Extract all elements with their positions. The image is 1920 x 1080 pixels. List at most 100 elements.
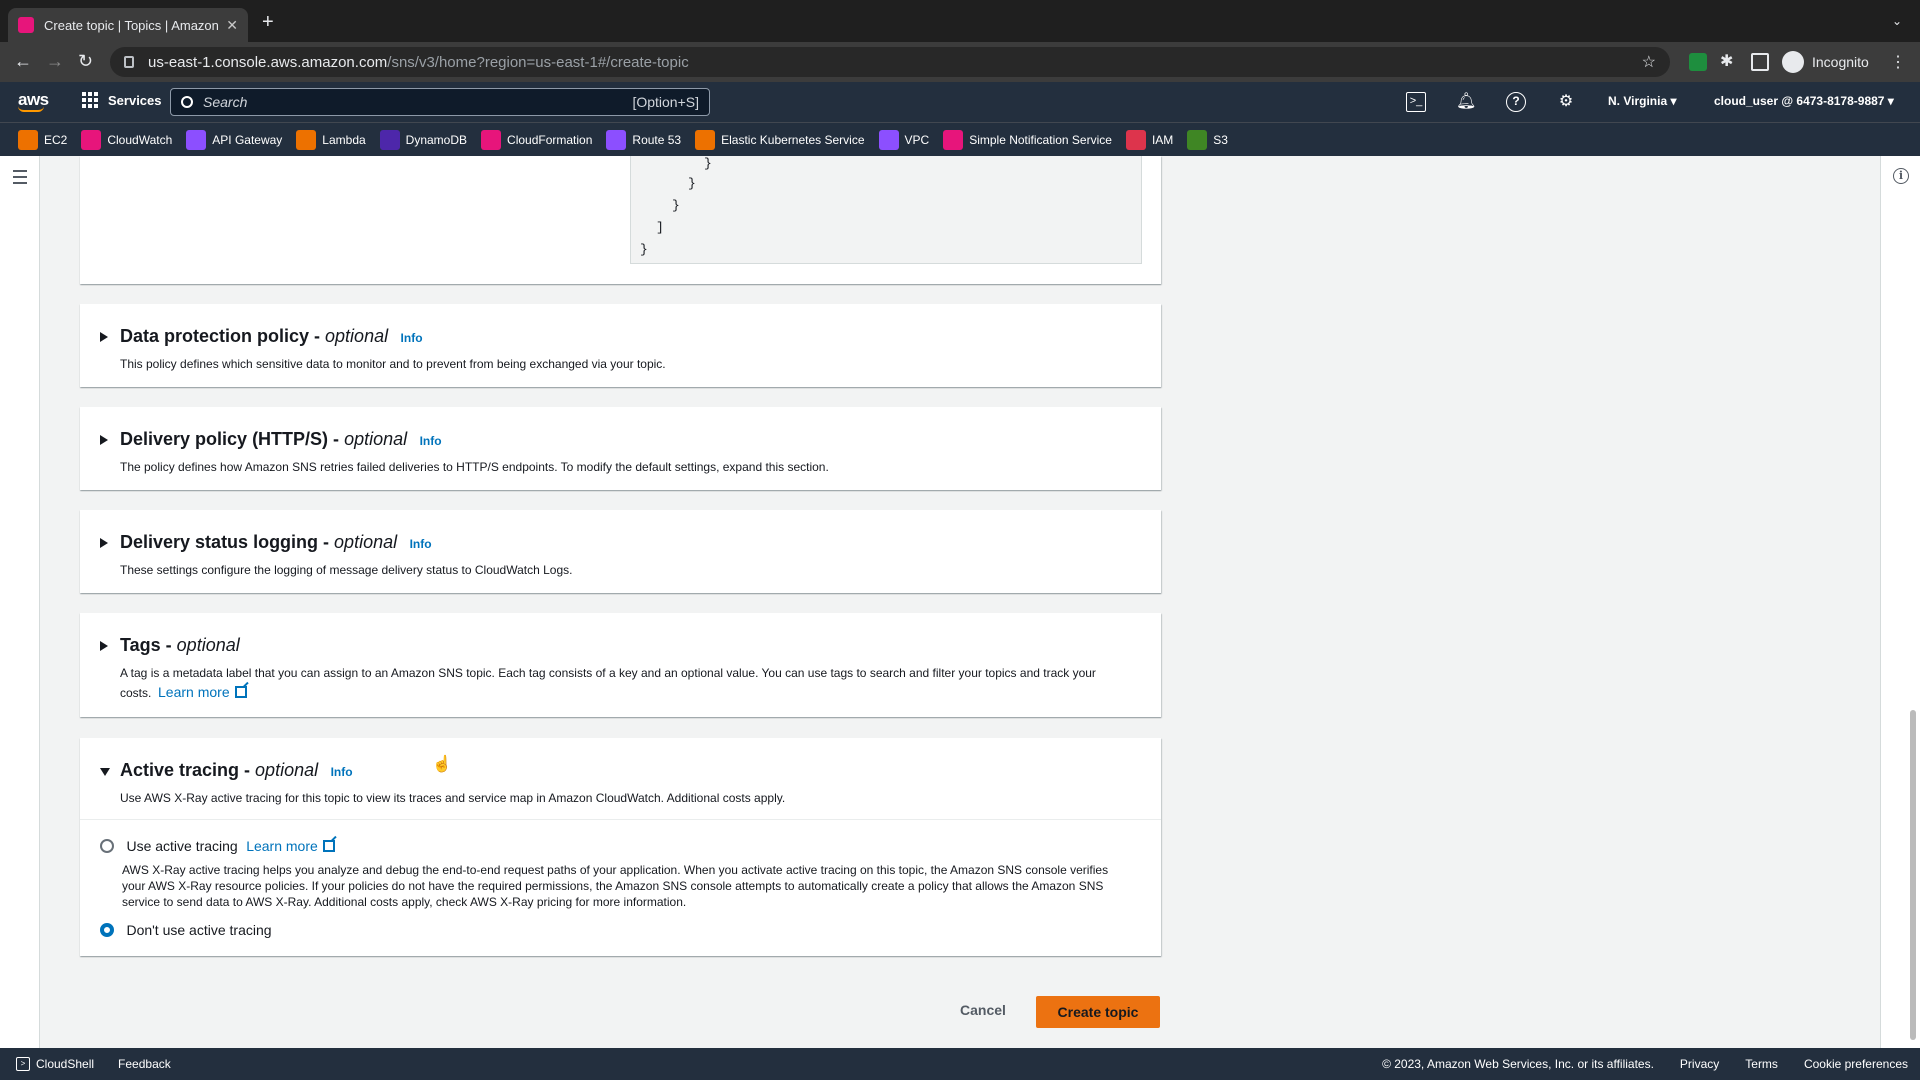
tags-header[interactable]: Tags - optional A tag is a metadata labe… [80,613,1161,703]
sns-favicon-icon [18,17,34,33]
tags-learn-more-link[interactable]: Learn more [158,684,247,700]
cookie-preferences-link[interactable]: Cookie preferences [1804,1057,1908,1071]
region-selector[interactable]: N. Virginia ▾ [1608,94,1676,108]
tab-title: Create topic | Topics | Amazon [44,17,219,33]
incognito-label: Incognito [1812,54,1869,70]
info-link[interactable]: Info [331,765,353,779]
cloudshell-icon[interactable]: >_ [1406,92,1426,112]
services-label: Services [108,92,162,108]
tab-search-chevron-icon[interactable]: ⌄ [1892,14,1902,28]
terms-link[interactable]: Terms [1745,1057,1778,1071]
sns-icon [943,129,964,150]
footer-links: © 2023, Amazon Web Services, Inc. or its… [1382,1057,1908,1071]
section-description: This policy defines which sensitive data… [120,357,666,371]
iam-icon [1125,129,1146,150]
forward-arrow-icon[interactable]: → [46,50,64,72]
info-link[interactable]: Info [401,331,423,345]
radio-description: AWS X-Ray active tracing helps you analy… [122,863,1109,909]
feedback-link[interactable]: Feedback [118,1057,171,1071]
favorite-label: DynamoDB [405,132,468,147]
info-panel-icon[interactable]: i [1893,168,1909,184]
code-line: } [672,198,680,213]
services-menu-button[interactable]: Services [82,92,162,108]
page-scrollbar[interactable] [1910,710,1916,1040]
favorite-route-53[interactable]: Route 53 [606,129,681,150]
external-link-icon [322,840,335,852]
external-link-icon [234,686,247,698]
search-placeholder: Search [203,94,248,110]
favorite-label: S3 [1213,132,1228,147]
section-description: Use AWS X-Ray active tracing for this to… [120,791,786,805]
vpc-icon [878,129,899,150]
lambda-icon [296,129,317,150]
aws-top-nav: aws Services Search [Option+S] >_ 🔔︎ ? ⚙… [0,82,1920,122]
radio-label: Don't use active tracing [126,922,272,938]
side-navigation-rail [0,156,40,1048]
favorite-label: VPC [904,132,930,147]
back-arrow-icon[interactable]: ← [14,50,32,72]
incognito-profile[interactable]: Incognito [1782,51,1869,73]
url-text: us-east-1.console.aws.amazon.com/sns/v3/… [148,53,689,71]
s3-icon [1187,129,1208,150]
section-description: These settings configure the logging of … [120,563,573,577]
data-protection-section: Data protection policy - optional Info T… [80,304,1161,387]
favorite-eks[interactable]: Elastic Kubernetes Service [695,129,865,150]
use-active-tracing-radio[interactable] [100,839,114,853]
favorite-label: Simple Notification Service [969,132,1112,147]
favorite-lambda[interactable]: Lambda [296,129,366,150]
use-active-tracing-option[interactable]: Use active tracing Learn more AWS X-Ray … [100,838,1141,910]
grid-icon [82,92,98,108]
close-tab-icon[interactable]: ✕ [226,17,238,34]
privacy-link[interactable]: Privacy [1680,1057,1719,1071]
hamburger-menu-icon[interactable] [13,170,27,188]
lock-icon [124,56,134,68]
active-tracing-options: Use active tracing Learn more AWS X-Ray … [80,820,1161,940]
favorite-label: IAM [1151,132,1174,147]
delivery-policy-header[interactable]: Delivery policy (HTTP/S) - optional Info… [80,407,1161,477]
favorite-label: API Gateway [212,132,283,147]
reload-icon[interactable]: ↻ [78,50,93,72]
create-topic-button[interactable]: Create topic [1036,996,1160,1028]
tags-section: Tags - optional A tag is a metadata labe… [80,613,1161,717]
info-link[interactable]: Info [420,434,442,448]
aws-logo[interactable]: aws [18,90,49,112]
code-line: } [704,156,712,171]
puzzle-extensions-icon[interactable]: ✱ [1720,53,1738,71]
favorite-sns[interactable]: Simple Notification Service [943,129,1112,150]
search-input[interactable]: Search [Option+S] [170,88,710,116]
side-panel-icon[interactable] [1751,53,1769,71]
route-53-icon [606,129,627,150]
delivery-policy-section: Delivery policy (HTTP/S) - optional Info… [80,407,1161,490]
cloudshell-button[interactable]: > CloudShell [16,1057,94,1071]
bookmark-star-icon[interactable]: ☆ [1642,52,1656,72]
browser-tab[interactable]: Create topic | Topics | Amazon ✕ [8,8,248,42]
favorite-vpc[interactable]: VPC [878,129,930,150]
notifications-bell-icon[interactable]: 🔔︎ [1456,92,1476,112]
data-protection-header[interactable]: Data protection policy - optional Info T… [80,304,1161,374]
favorite-s3[interactable]: S3 [1187,129,1228,150]
favorite-dynamodb[interactable]: DynamoDB [379,129,468,150]
info-link[interactable]: Info [410,537,432,551]
favorite-cloudformation[interactable]: CloudFormation [481,129,592,150]
favorite-api-gateway[interactable]: API Gateway [186,129,283,150]
delivery-logging-header[interactable]: Delivery status logging - optional Info … [80,510,1161,580]
favorite-iam[interactable]: IAM [1125,129,1174,150]
help-icon[interactable]: ? [1506,92,1526,112]
active-tracing-header[interactable]: Active tracing - optional Info Use AWS X… [80,738,1161,820]
account-menu[interactable]: cloud_user @ 6473-8178-9887 ▾ [1714,94,1894,108]
favorite-ec2[interactable]: EC2 [18,129,67,150]
terminal-icon: > [16,1057,30,1071]
browser-menu-icon[interactable]: ⋮ [1890,52,1906,72]
cancel-button[interactable]: Cancel [960,1002,1006,1018]
favorite-cloudwatch[interactable]: CloudWatch [81,129,172,150]
dont-use-active-tracing-radio[interactable] [100,923,114,937]
settings-gear-icon[interactable]: ⚙ [1556,92,1576,112]
policy-json-editor[interactable]: } } } ] } [630,156,1142,264]
extension-icon[interactable] [1689,53,1707,71]
dont-use-active-tracing-option[interactable]: Don't use active tracing [100,922,1141,940]
address-bar[interactable]: us-east-1.console.aws.amazon.com/sns/v3/… [110,47,1670,77]
section-title: Active tracing - optional [120,760,319,780]
access-policy-panel: } } } ] } [80,156,1161,284]
tracing-learn-more-link[interactable]: Learn more [246,838,335,854]
new-tab-icon[interactable]: + [262,12,274,32]
